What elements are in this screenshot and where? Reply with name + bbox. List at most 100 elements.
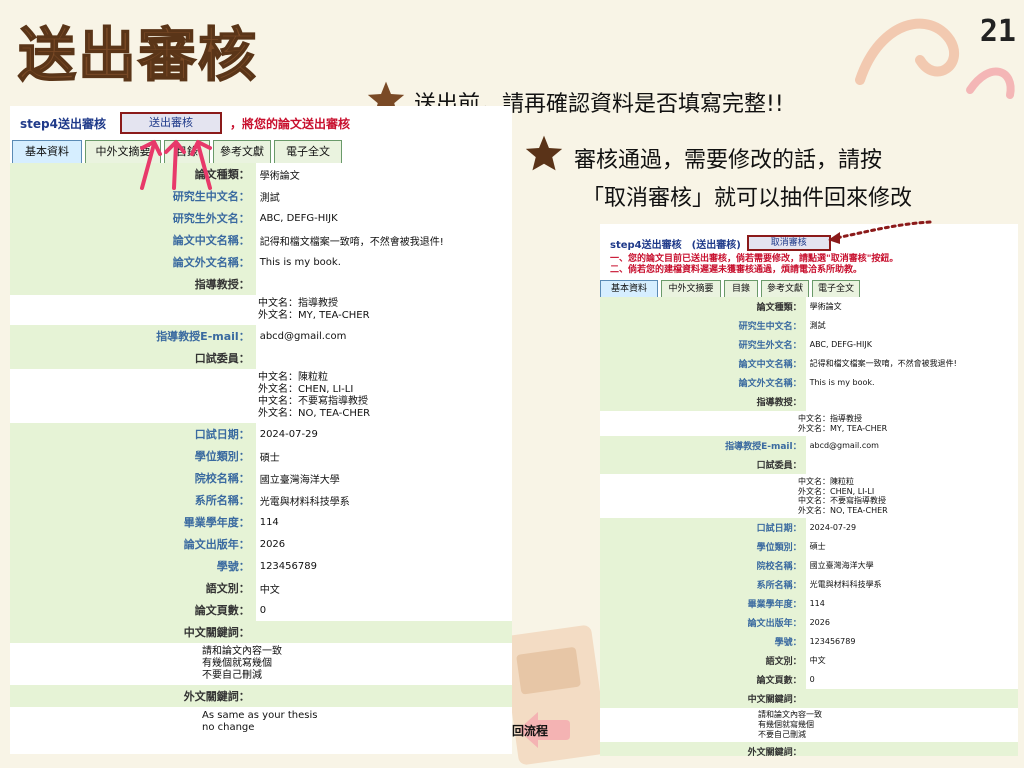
field-label: 口試委員： [10, 347, 256, 369]
table-row: 口試日期： 2024-07-29 [600, 518, 1018, 537]
field-label: 語文別： [600, 651, 806, 670]
table-row: 口試委員： [10, 347, 512, 369]
table-row: 研究生外文名： ABC, DEFG-HIJK [600, 335, 1018, 354]
field-label: 研究生外文名： [600, 335, 806, 354]
keyword-zh-line: 請和論文內容一致 [758, 710, 822, 719]
field-label: 口試日期： [600, 518, 806, 537]
table-row: 論文外文名稱： This is my book. [10, 251, 512, 273]
tab-basic-info[interactable]: 基本資料 [600, 280, 658, 297]
pages-value: 0 [255, 599, 512, 621]
advisor-zh-value: 指導教授 [830, 414, 862, 423]
table-row: 院校名稱： 國立臺灣海洋大學 [600, 556, 1018, 575]
warning-line: 一、您的論文目前已送出審核，倘若需要修改，請點選"取消審核"按鈕。 [610, 254, 899, 264]
table-row: 請和論文內容一致 有幾個就寫幾個 不要自己刪減 [600, 708, 1018, 742]
table-row: 學號： 123456789 [10, 555, 512, 577]
field-label: 論文中文名稱： [600, 354, 806, 373]
table-row: 研究生中文名： 測試 [600, 316, 1018, 335]
review-status: (送出審核) [691, 239, 741, 251]
table-row: 系所名稱： 光電與材料科技學系 [600, 575, 1018, 594]
arrow-up-icon [140, 140, 212, 190]
thesis-type-value: 學術論文 [805, 297, 1018, 316]
back-to-flow-label[interactable]: 回流程 [512, 722, 548, 739]
field-label: 研究生中文名： [600, 316, 806, 335]
oral-date-value: 2024-07-29 [805, 518, 1018, 537]
title-en-value: This is my book. [255, 251, 512, 273]
table-row: 口試委員： [600, 455, 1018, 474]
step-title: step4送出審核 [20, 116, 106, 131]
tab-basic-info[interactable]: 基本資料 [12, 140, 82, 163]
cancel-review-form-panel: step4送出審核 (送出審核) 取消審核 一、您的論文目前已送出審核，倘若需要… [600, 224, 1018, 756]
table-row: 學號： 123456789 [600, 632, 1018, 651]
committee1-zh-value: 陳粒粒 [298, 372, 328, 383]
table-row: 院校名稱： 國立臺灣海洋大學 [10, 467, 512, 489]
table-row: 中文名：指導教授 外文名：MY, TEA-CHER [10, 295, 512, 325]
table-row: 中文名：陳粒粒 外文名：CHEN, LI-LI 中文名：不要寫指導教授 外文名：… [10, 369, 512, 423]
table-row: 論文中文名稱： 記得和檔文檔案一致唷，不然會被我退件! [600, 354, 1018, 373]
tab-fulltext[interactable]: 電子全文 [812, 280, 860, 297]
table-row: 論文頁數： 0 [10, 599, 512, 621]
table-row: 論文種類： 學術論文 [600, 297, 1018, 316]
table-row: 請和論文內容一致 有幾個就寫幾個 不要自己刪減 [10, 643, 512, 685]
tab-fulltext[interactable]: 電子全文 [274, 140, 342, 163]
keyword-zh-line: 有幾個就寫幾個 [758, 720, 814, 729]
pub-year-value: 2026 [255, 533, 512, 555]
keyword-zh-line: 請和論文內容一致 [202, 646, 282, 657]
step-header: step4送出審核 送出審核 ，將您的論文送出審核 [10, 106, 512, 140]
slide-title: 送出審核 [17, 20, 259, 90]
field-label: 外文關鍵詞： [10, 685, 256, 707]
note-cancel-review-line1: 審核通過，需要修改的話，請按 [574, 148, 883, 173]
table-row: 指導教授E-mail： abcd@gmail.com [600, 436, 1018, 455]
keyword-zh-line: 有幾個就寫幾個 [202, 658, 272, 669]
advisor-email-value: abcd@gmail.com [255, 325, 512, 347]
table-row: 外文關鍵詞： [10, 685, 512, 707]
field-label: 論文頁數： [600, 670, 806, 689]
committee1-zh-value: 陳粒粒 [830, 477, 854, 486]
advisor-zh-value: 指導教授 [298, 298, 338, 309]
language-value: 中文 [805, 651, 1018, 670]
table-row: 論文種類： 學術論文 [10, 163, 512, 185]
field-label: 中文關鍵詞： [600, 689, 806, 708]
table-row: 指導教授： [600, 392, 1018, 411]
step-header: step4送出審核 (送出審核) 取消審核 [600, 224, 1018, 254]
degree-value: 碩士 [805, 537, 1018, 556]
dept-value: 光電與材料科技學系 [255, 489, 512, 511]
table-row: 論文中文名稱： 記得和檔文檔案一致唷，不然會被我退件! [10, 229, 512, 251]
field-label: 學位類別： [10, 445, 256, 467]
table-row: 論文外文名稱： This is my book. [600, 373, 1018, 392]
table-row: 研究生中文名： 測試 [10, 185, 512, 207]
basic-info-table: 論文種類： 學術論文 研究生中文名： 測試 研究生外文名： ABC, DEFG-HIJ… [10, 163, 512, 737]
pages-value: 0 [805, 670, 1018, 689]
field-label: 指導教授E-mail： [10, 325, 256, 347]
table-row: 指導教授： [10, 273, 512, 295]
student-id-value: 123456789 [255, 555, 512, 577]
committee2-en-value: NO, TEA-CHER [298, 408, 371, 419]
tab-references[interactable]: 參考文獻 [761, 280, 809, 297]
field-label: 畢業學年度： [10, 511, 256, 533]
oral-date-value: 2024-07-29 [255, 423, 512, 445]
field-label: 指導教授E-mail： [600, 436, 806, 455]
grad-year-value: 114 [805, 594, 1018, 613]
tab-abstract[interactable]: 中外文摘要 [661, 280, 721, 297]
table-row: 研究生外文名： ABC, DEFG-HIJK [10, 207, 512, 229]
field-label: 論文外文名稱： [10, 251, 256, 273]
student-id-value: 123456789 [805, 632, 1018, 651]
table-row: 指導教授E-mail： abcd@gmail.com [10, 325, 512, 347]
table-row: 中文關鍵詞： [600, 689, 1018, 708]
field-label: 畢業學年度： [600, 594, 806, 613]
tab-bar: 基本資料 中外文摘要 目錄 參考文獻 電子全文 [600, 280, 1018, 297]
name-en-value: ABC, DEFG-HIJK [255, 207, 512, 229]
advisor-en-value: MY, TEA-CHER [298, 310, 370, 321]
field-label: 論文種類： [600, 297, 806, 316]
step-title: step4送出審核 [610, 239, 682, 251]
review-warnings: 一、您的論文目前已送出審核，倘若需要修改，請點選"取消審核"按鈕。 二、倘若您的… [600, 254, 1018, 276]
field-label: 指導教授： [600, 392, 806, 411]
cancel-review-button[interactable]: 取消審核 [746, 235, 831, 251]
committee1-en-value: CHEN, LI-LI [298, 384, 354, 395]
table-row: 語文別： 中文 [600, 651, 1018, 670]
field-label: 指導教授： [10, 273, 256, 295]
table-row: As same as your thesis no change [10, 707, 512, 737]
tab-toc[interactable]: 目錄 [724, 280, 758, 297]
field-label: 論文出版年： [10, 533, 256, 555]
warning-line: 二、倘若您的建檔資料遲遲未獲審核通過，煩請電洽系所助教。 [610, 265, 863, 275]
committee1-en-value: CHEN, LI-LI [830, 486, 875, 496]
